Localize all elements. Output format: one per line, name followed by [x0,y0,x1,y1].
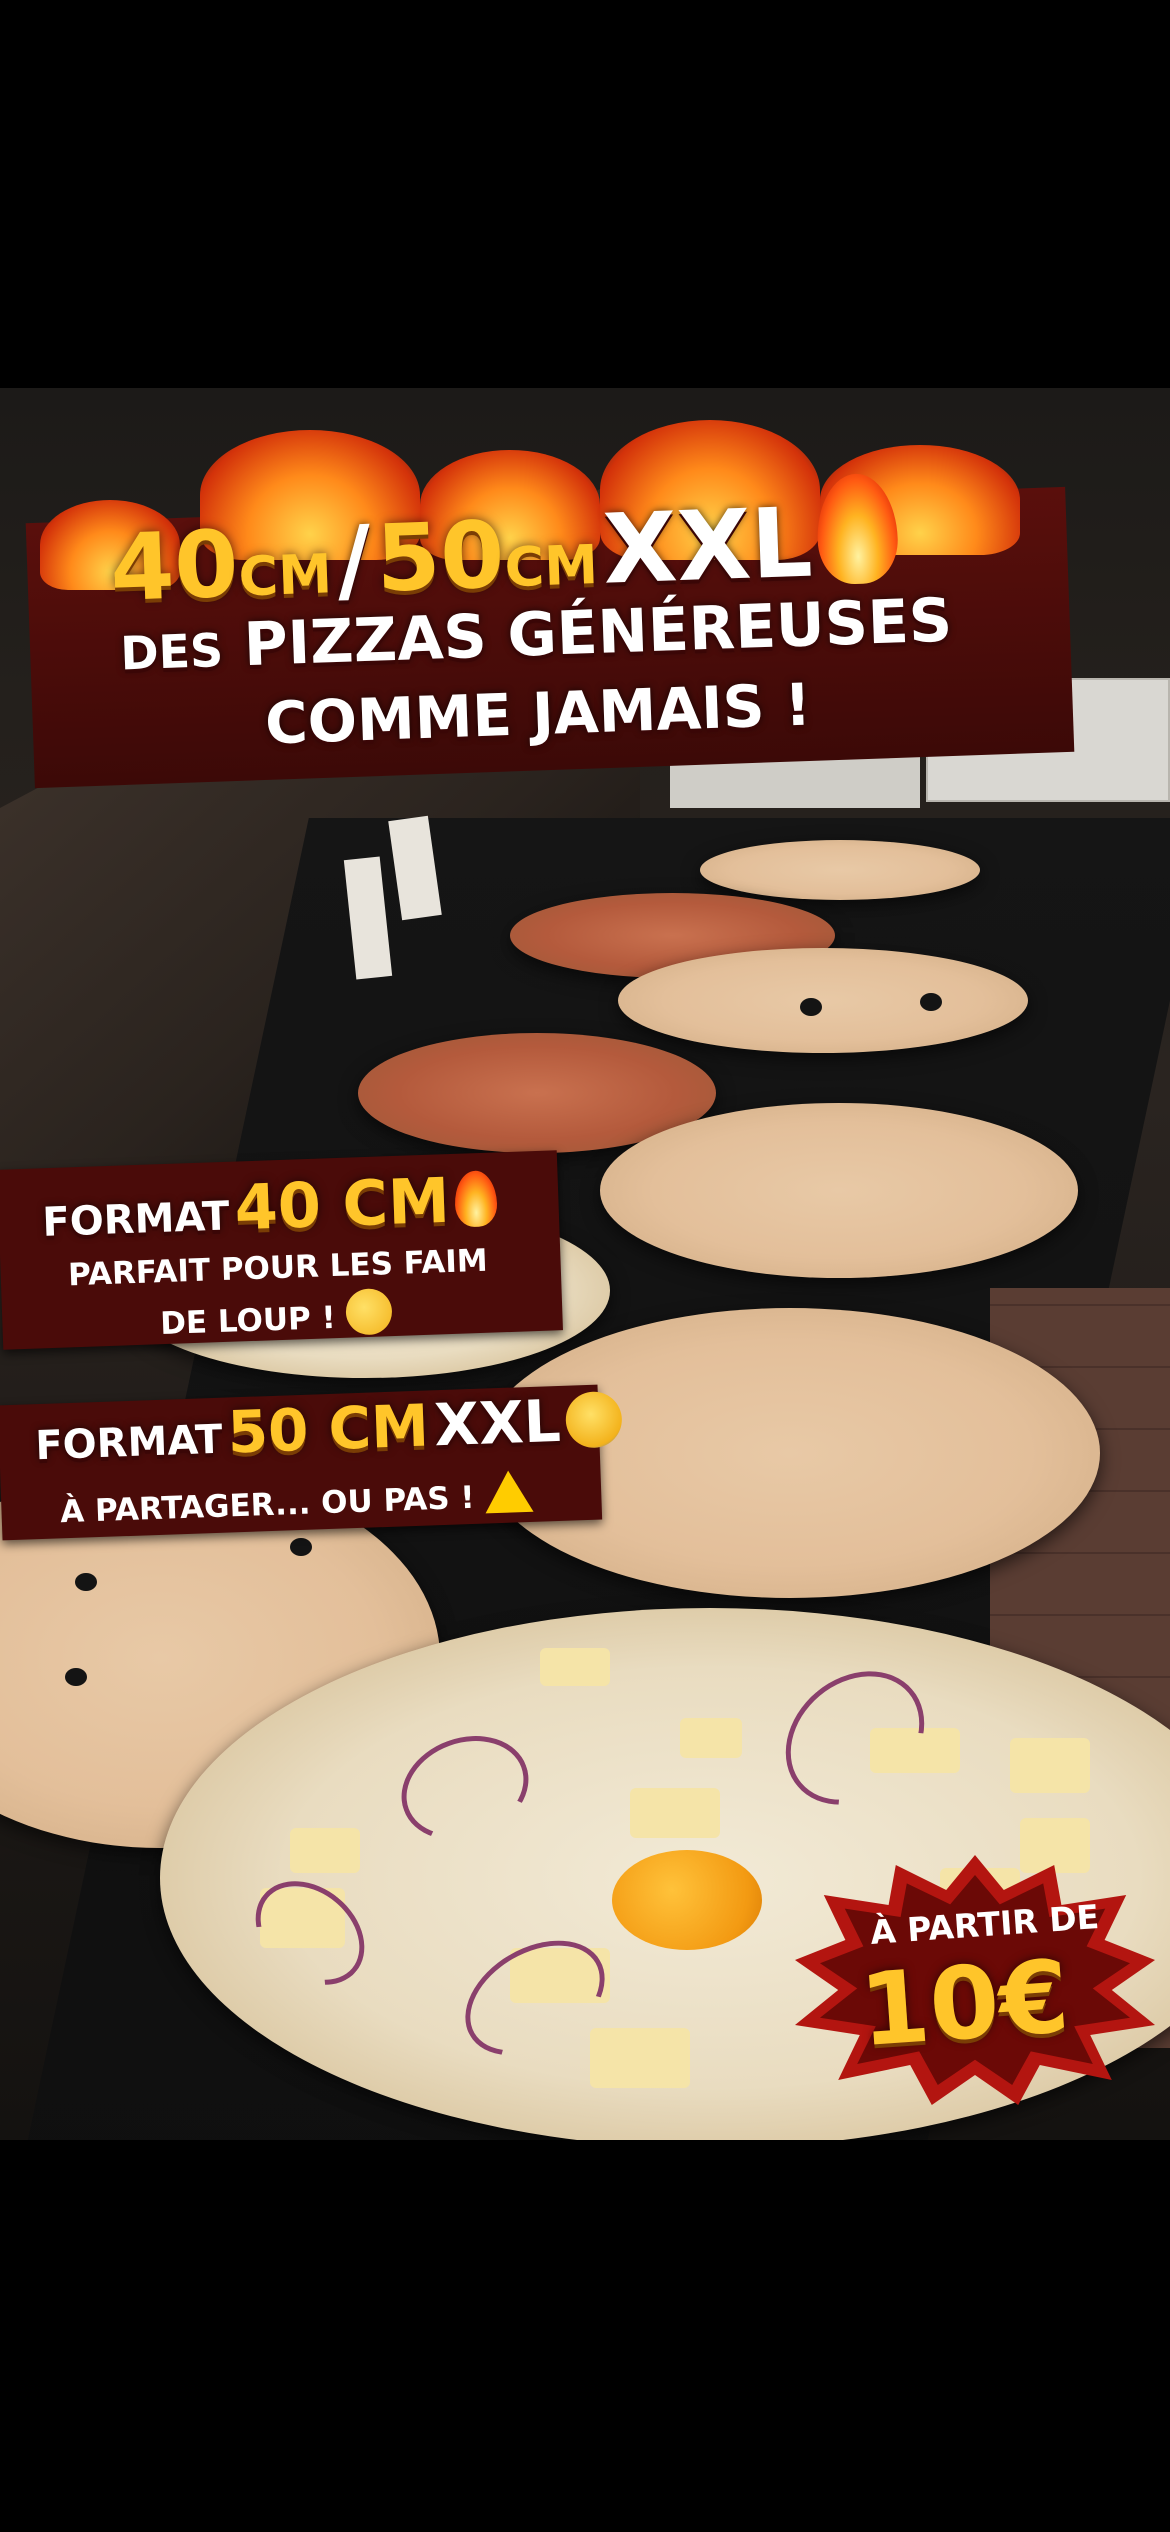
egg-yolk [612,1850,762,1950]
format-40-size: 40 CM [233,1163,451,1245]
cheese-cube [540,1648,610,1686]
format-40-subtitle-2-row: DE LOUP ! [159,1287,394,1343]
olive [800,998,822,1016]
smiling-face-icon [345,1287,394,1336]
format-50-subtitle-2: OU PAS ! [320,1479,476,1522]
olive [75,1573,97,1591]
cheese-cube [680,1718,742,1758]
cheese-cube [1020,1818,1090,1873]
format-50-label: FORMAT [34,1416,224,1470]
format-40-label: FORMAT [41,1193,231,1246]
pizza [600,1103,1078,1278]
headline-prefix: DES [119,622,225,681]
format-40-subtitle-2: DE LOUP ! [159,1299,337,1343]
pizza [700,840,980,900]
size2-unit: CM [503,532,600,600]
olive [65,1668,87,1686]
fire-icon [815,472,900,586]
size1-value: 40 [108,510,241,622]
olive [290,1538,312,1556]
size2-value: 50 [374,501,507,613]
cheese-cube [590,2028,690,2088]
warning-icon [484,1469,534,1514]
shocked-face-icon [565,1390,624,1449]
pizza [618,948,1028,1053]
fire-icon [454,1170,499,1228]
size2-suffix: XXL [601,486,815,606]
format-50-suffix: XXL [433,1386,562,1460]
story-screen: { "headline": { "size1_value": "40", "si… [0,0,1170,2532]
format-50-size: 50 CM [226,1391,430,1467]
size-separator: / [335,505,373,615]
cheese-cube [290,1828,360,1873]
cheese-cube [630,1788,720,1838]
price-value: 10€ [856,1937,1073,2070]
size1-unit: CM [237,542,334,609]
cheese-cube [1010,1738,1090,1793]
olive [920,993,942,1011]
